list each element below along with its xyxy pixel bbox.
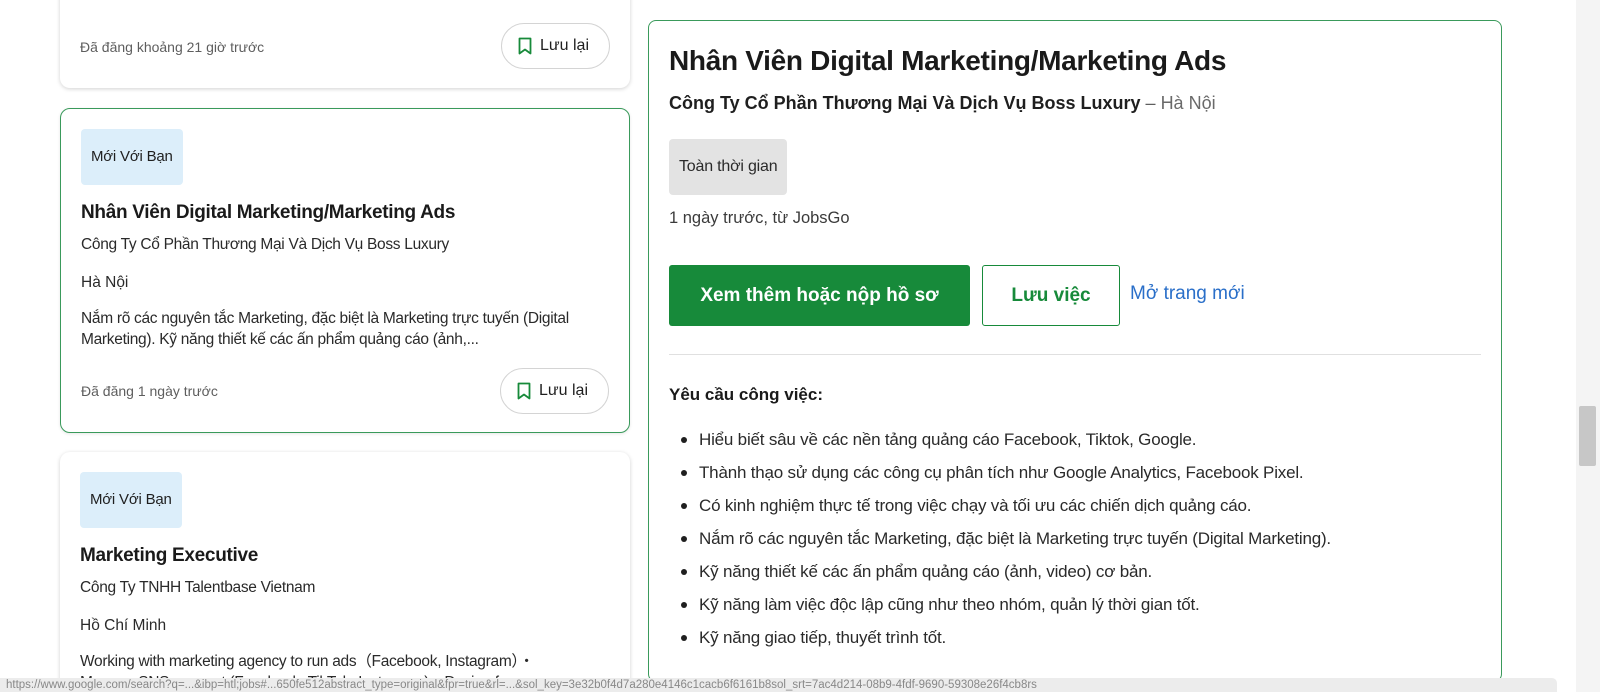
card-posted-time: Đã đăng khoảng 21 giờ trước (80, 39, 265, 55)
detail-location: Hà Nội (1160, 93, 1216, 113)
job-card-selected[interactable]: Mới Với Bạn Nhân Viên Digital Marketing/… (60, 108, 630, 433)
requirement-item: Nắm rõ các nguyên tắc Marketing, đặc biệ… (679, 522, 1331, 555)
new-for-you-badge: Mới Với Bạn (80, 472, 182, 528)
save-job-button[interactable]: Lưu lại (501, 23, 610, 69)
card-snippet: Nắm rõ các nguyên tắc Marketing, đặc biệ… (81, 310, 569, 348)
card-job-title[interactable]: Nhân Viên Digital Marketing/Marketing Ad… (81, 202, 455, 224)
job-detail-panel: Nhân Viên Digital Marketing/Marketing Ad… (648, 20, 1502, 682)
requirements-list: Hiểu biết sâu về các nền tảng quảng cáo … (679, 423, 1331, 654)
card-company: Công Ty Cổ Phần Thương Mại Và Dịch Vụ Bo… (81, 236, 449, 253)
detail-job-title: Nhân Viên Digital Marketing/Marketing Ad… (669, 45, 1227, 76)
detail-separator: – (1140, 93, 1161, 113)
job-card[interactable]: Mới Với Bạn Marketing Executive Công Ty … (60, 452, 630, 692)
bookmark-icon (518, 37, 532, 55)
requirements-heading: Yêu cầu công việc: (669, 385, 823, 404)
card-job-title[interactable]: Marketing Executive (80, 545, 258, 567)
card-location: Hà Nội (81, 274, 129, 291)
card-company: Công Ty TNHH Talentbase Vietnam (80, 579, 316, 596)
requirement-item: Có kinh nghiệm thực tế trong việc chạy v… (679, 489, 1331, 522)
save-job-detail-button[interactable]: Lưu việc (982, 265, 1120, 326)
open-new-tab-link[interactable]: Mở trang mới (1130, 283, 1245, 305)
detail-company-line: Công Ty Cổ Phần Thương Mại Và Dịch Vụ Bo… (669, 93, 1216, 114)
job-card[interactable]: Đã đăng khoảng 21 giờ trước Lưu lại (60, 0, 630, 88)
scrollbar-thumb[interactable] (1579, 406, 1596, 466)
requirement-item: Kỹ năng làm việc độc lập cũng như theo n… (679, 588, 1331, 621)
requirement-item: Kỹ năng thiết kế các ấn phẩm quảng cáo (… (679, 555, 1331, 588)
save-job-label: Lưu lại (540, 37, 589, 54)
detail-company: Công Ty Cổ Phần Thương Mại Và Dịch Vụ Bo… (669, 93, 1141, 113)
bookmark-icon (517, 382, 531, 400)
apply-button[interactable]: Xem thêm hoặc nộp hồ sơ (669, 265, 970, 326)
save-job-button[interactable]: Lưu lại (500, 368, 609, 414)
job-type-chip: Toàn thời gian (669, 139, 788, 195)
requirement-item: Thành thạo sử dụng các công cụ phân tích… (679, 456, 1331, 489)
status-bar-url: https://www.google.com/search?q=...&ibp=… (0, 678, 1557, 692)
requirement-item: Hiểu biết sâu về các nền tảng quảng cáo … (679, 423, 1331, 456)
detail-posted-source: 1 ngày trước, từ JobsGo (669, 209, 850, 227)
card-posted-time: Đã đăng 1 ngày trước (81, 383, 218, 399)
requirement-item: Kỹ năng giao tiếp, thuyết trình tốt. (679, 621, 1331, 654)
scrollbar[interactable] (1576, 0, 1600, 692)
new-for-you-badge: Mới Với Bạn (81, 129, 183, 185)
divider (669, 354, 1481, 355)
card-location: Hồ Chí Minh (80, 617, 167, 634)
save-job-label: Lưu lại (539, 382, 588, 399)
